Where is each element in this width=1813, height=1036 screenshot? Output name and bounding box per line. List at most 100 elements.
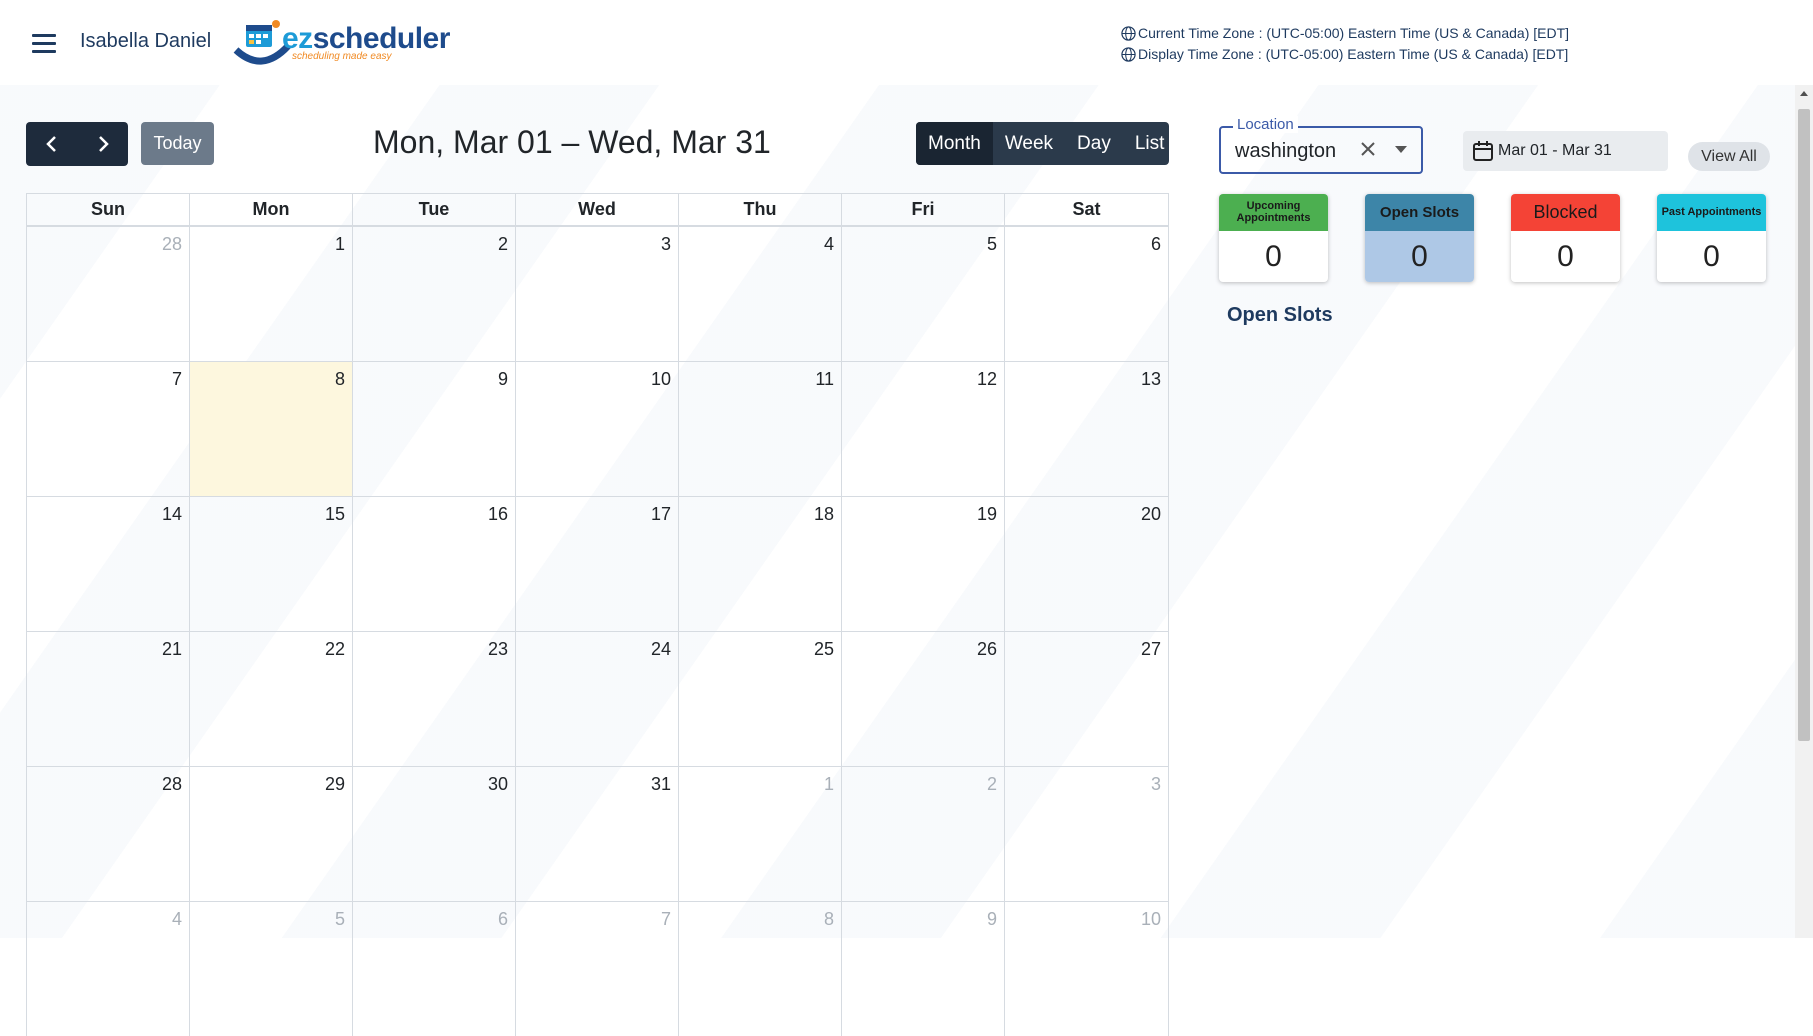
calendar-day[interactable]: 25 [679,631,842,766]
today-button[interactable]: Today [141,122,214,165]
day-number[interactable]: 27 [1141,639,1161,660]
day-number[interactable]: 16 [488,504,508,525]
calendar-day[interactable]: 22 [190,631,353,766]
blocked-card[interactable]: Blocked 0 [1511,194,1620,282]
calendar-day[interactable]: 5 [190,901,353,1036]
day-number[interactable]: 5 [987,234,997,255]
past-appointments-card[interactable]: Past Appointments 0 [1657,194,1766,282]
prev-button[interactable] [26,122,77,166]
calendar-day[interactable]: 28 [27,226,190,361]
calendar-day[interactable]: 3 [1005,766,1168,901]
day-number[interactable]: 31 [651,774,671,795]
day-number[interactable]: 2 [987,774,997,795]
scroll-up-arrow-icon[interactable] [1800,91,1808,96]
view-all-button[interactable]: View All [1688,142,1770,171]
day-number[interactable]: 4 [824,234,834,255]
day-number[interactable]: 13 [1141,369,1161,390]
day-number[interactable]: 6 [1151,234,1161,255]
calendar-day[interactable]: 30 [353,766,516,901]
list-view-button[interactable]: List [1123,122,1169,165]
day-number[interactable]: 8 [335,369,345,390]
week-view-button[interactable]: Week [993,122,1065,165]
calendar-day[interactable]: 4 [27,901,190,1036]
day-number[interactable]: 19 [977,504,997,525]
day-number[interactable]: 10 [651,369,671,390]
calendar-day-today[interactable]: 8 [190,361,353,496]
day-number[interactable]: 26 [977,639,997,660]
calendar-day[interactable]: 27 [1005,631,1168,766]
calendar-day[interactable]: 13 [1005,361,1168,496]
calendar-day[interactable]: 7 [516,901,679,1036]
page-scrollbar[interactable] [1795,85,1813,938]
calendar-day[interactable]: 17 [516,496,679,631]
calendar-day[interactable]: 24 [516,631,679,766]
day-number[interactable]: 5 [335,909,345,930]
upcoming-appointments-card[interactable]: Upcoming Appointments 0 [1219,194,1328,282]
day-number[interactable]: 3 [661,234,671,255]
day-number[interactable]: 4 [172,909,182,930]
day-number[interactable]: 6 [498,909,508,930]
day-number[interactable]: 1 [335,234,345,255]
calendar-day[interactable]: 9 [353,361,516,496]
calendar-day[interactable]: 1 [679,766,842,901]
day-number[interactable]: 20 [1141,504,1161,525]
calendar-day[interactable]: 29 [190,766,353,901]
calendar-day[interactable]: 3 [516,226,679,361]
day-number[interactable]: 14 [162,504,182,525]
day-number[interactable]: 3 [1151,774,1161,795]
calendar-day[interactable]: 9 [842,901,1005,1036]
day-number[interactable]: 1 [824,774,834,795]
day-view-button[interactable]: Day [1065,122,1123,165]
day-number[interactable]: 21 [162,639,182,660]
calendar-day[interactable]: 28 [27,766,190,901]
calendar-day[interactable]: 14 [27,496,190,631]
calendar-day[interactable]: 7 [27,361,190,496]
calendar-day[interactable]: 2 [353,226,516,361]
month-view-button[interactable]: Month [916,122,993,165]
calendar-day[interactable]: 15 [190,496,353,631]
day-number[interactable]: 10 [1141,909,1161,930]
day-number[interactable]: 28 [162,774,182,795]
menu-icon[interactable] [32,34,56,54]
next-button[interactable] [77,122,128,166]
day-number[interactable]: 17 [651,504,671,525]
day-number[interactable]: 15 [325,504,345,525]
calendar-day[interactable]: 10 [516,361,679,496]
calendar-day[interactable]: 5 [842,226,1005,361]
calendar-day[interactable]: 26 [842,631,1005,766]
scroll-thumb[interactable] [1798,109,1810,741]
calendar-day[interactable]: 23 [353,631,516,766]
day-number[interactable]: 8 [824,909,834,930]
day-number[interactable]: 18 [814,504,834,525]
day-number[interactable]: 9 [498,369,508,390]
day-number[interactable]: 12 [977,369,997,390]
location-select[interactable]: Location washington [1219,116,1423,174]
day-number[interactable]: 30 [488,774,508,795]
day-number[interactable]: 23 [488,639,508,660]
day-number[interactable]: 2 [498,234,508,255]
day-number[interactable]: 29 [325,774,345,795]
calendar-day[interactable]: 6 [353,901,516,1036]
clear-icon[interactable] [1359,140,1377,158]
open-slots-card[interactable]: Open Slots 0 [1365,194,1474,282]
day-number[interactable]: 28 [162,234,182,255]
calendar-day[interactable]: 8 [679,901,842,1036]
day-number[interactable]: 22 [325,639,345,660]
calendar-day[interactable]: 21 [27,631,190,766]
calendar-day[interactable]: 12 [842,361,1005,496]
day-number[interactable]: 7 [172,369,182,390]
calendar-day[interactable]: 11 [679,361,842,496]
calendar-day[interactable]: 18 [679,496,842,631]
date-range-picker[interactable]: Mar 01 - Mar 31 [1463,131,1668,171]
day-number[interactable]: 9 [987,909,997,930]
calendar-day[interactable]: 6 [1005,226,1168,361]
dropdown-arrow-icon[interactable] [1395,146,1407,153]
day-number[interactable]: 11 [815,369,834,390]
calendar-day[interactable]: 19 [842,496,1005,631]
day-number[interactable]: 7 [661,909,671,930]
calendar-day[interactable]: 10 [1005,901,1168,1036]
calendar-day[interactable]: 20 [1005,496,1168,631]
calendar-day[interactable]: 2 [842,766,1005,901]
day-number[interactable]: 24 [651,639,671,660]
calendar-day[interactable]: 4 [679,226,842,361]
